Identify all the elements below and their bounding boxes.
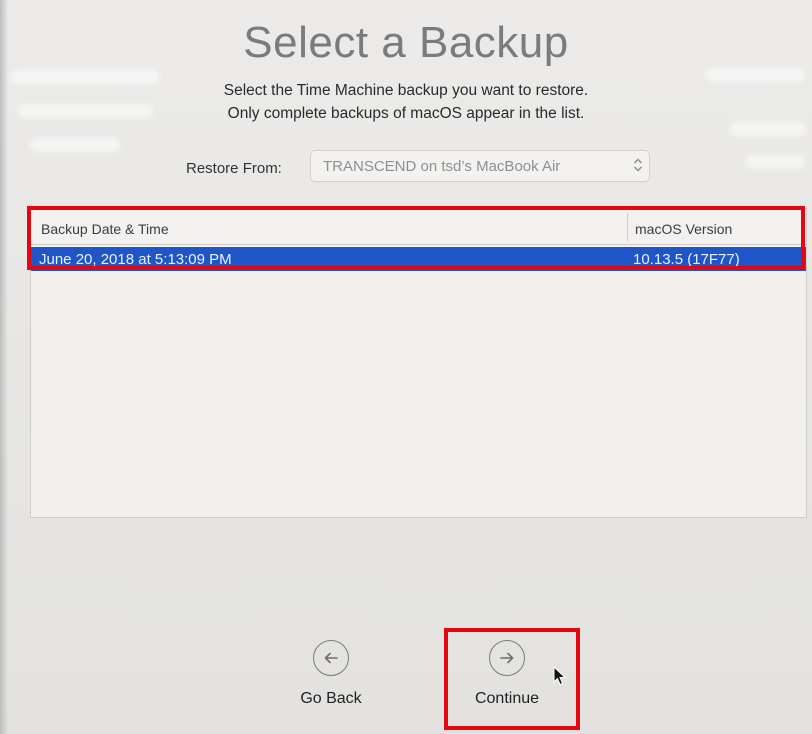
continue-button[interactable]: Continue	[447, 640, 567, 708]
page-subtitle-line1: Select the Time Machine backup you want …	[223, 82, 589, 99]
go-back-label: Go Back	[300, 690, 362, 707]
column-divider	[627, 213, 628, 241]
background-blur	[730, 122, 806, 136]
backup-table: Backup Date & Time macOS Version June 20…	[30, 208, 807, 518]
background-blur	[705, 68, 805, 82]
restore-from-value: TRANSCEND on tsd’s MacBook Air	[323, 157, 561, 175]
table-row[interactable]: June 20, 2018 at 5:13:09 PM 10.13.5 (17F…	[31, 247, 806, 271]
restore-from-label: Restore From:	[186, 160, 282, 177]
column-header-version[interactable]: macOS Version	[635, 221, 732, 237]
restore-from-select[interactable]: TRANSCEND on tsd’s MacBook Air	[310, 150, 650, 182]
background-blur	[30, 138, 120, 152]
restore-window: Select a Backup Select the Time Machine …	[0, 0, 812, 734]
table-header: Backup Date & Time macOS Version	[31, 209, 806, 245]
go-back-button[interactable]: Go Back	[271, 640, 391, 708]
background-blur	[745, 155, 805, 169]
continue-label: Continue	[474, 690, 540, 707]
mouse-pointer-icon	[553, 665, 567, 691]
arrow-right-circle-icon	[489, 640, 525, 676]
page-title: Select a Backup	[243, 18, 569, 67]
chevron-up-down-icon	[627, 157, 649, 175]
backup-date: June 20, 2018 at 5:13:09 PM	[39, 251, 232, 268]
arrow-left-circle-icon	[313, 640, 349, 676]
backup-version: 10.13.5 (17F77)	[633, 251, 740, 268]
page-subtitle-line2: Only complete backups of macOS appear in…	[227, 105, 585, 122]
column-header-date[interactable]: Backup Date & Time	[41, 221, 169, 237]
